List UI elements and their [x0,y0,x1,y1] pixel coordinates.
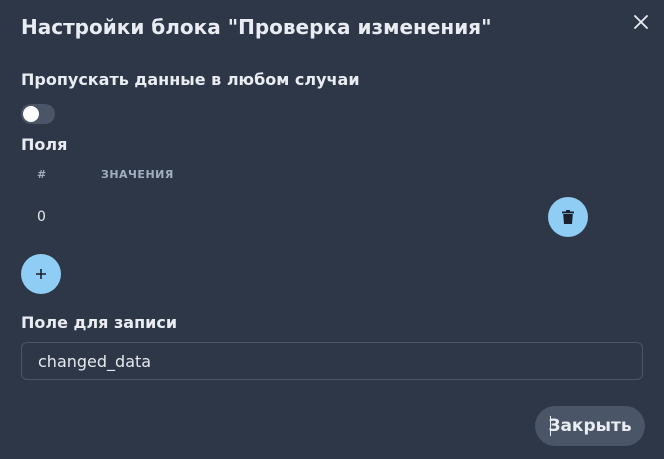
close-button[interactable] [627,8,655,36]
plus-icon [36,269,46,279]
close-icon [634,15,648,29]
close-dialog-button[interactable]: Закрыть [535,406,645,446]
dialog-title: Настройки блока "Проверка изменения" [21,15,492,39]
text-cursor [550,416,551,436]
toggle-knob [23,106,39,122]
table-row-index: 0 [37,209,46,225]
add-row-button[interactable] [21,254,61,294]
skip-data-toggle[interactable] [21,104,55,124]
trash-icon [562,210,574,224]
skip-data-label: Пропускать данные в любом случаи [21,70,360,89]
close-dialog-label: Закрыть [548,416,632,436]
record-field-label: Поле для записи [21,313,178,332]
column-header-index: # [37,168,47,181]
delete-row-button[interactable] [548,197,588,237]
record-field-input[interactable] [21,342,643,380]
fields-label: Поля [21,135,68,154]
block-settings-dialog: Настройки блока "Проверка изменения" Про… [0,0,664,459]
column-header-values: ЗНАЧЕНИЯ [101,168,174,181]
